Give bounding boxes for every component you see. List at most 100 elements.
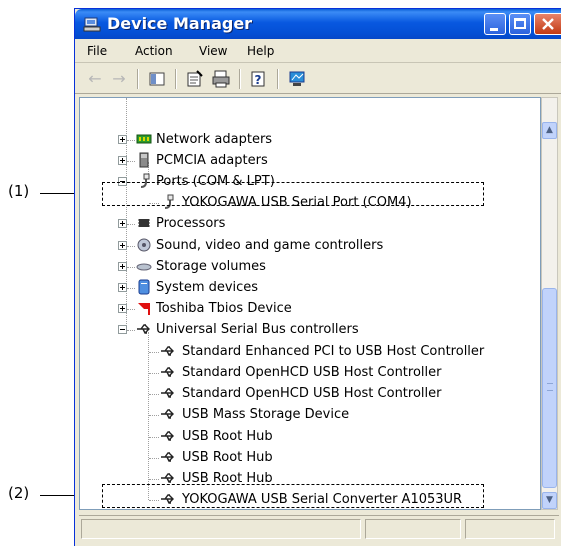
svg-text:?: ? — [255, 73, 262, 87]
show-hide-console-tree-icon[interactable] — [147, 69, 167, 89]
tree-guide-line — [149, 437, 159, 438]
scroll-up-button[interactable]: ▲ — [542, 122, 557, 139]
tree-item-pcmcia-adapters[interactable]: PCMCIA adapters — [80, 151, 540, 171]
usb-icon — [161, 431, 174, 441]
usb-icon — [161, 367, 174, 377]
toolbar: ← → ? — [75, 63, 561, 94]
close-button[interactable] — [534, 13, 561, 35]
sound-icon — [137, 238, 151, 252]
minimize-button[interactable] — [484, 13, 506, 35]
tree-item-network-adapters[interactable]: Network adapters — [80, 130, 540, 150]
tree-item-usb-child[interactable]: Standard OpenHCD USB Host Controller — [80, 384, 540, 404]
tree-guide-line — [127, 161, 135, 162]
tree-guide-line — [127, 140, 135, 141]
forward-arrow-icon[interactable]: → — [109, 69, 129, 89]
tree-guide-line — [149, 458, 159, 459]
toshiba-flag-icon — [138, 303, 150, 315]
menu-bar: File Action View Help — [75, 39, 561, 63]
toolbar-separator — [277, 69, 279, 89]
status-cell-main — [81, 519, 361, 539]
tree-item-processors[interactable]: Processors — [80, 214, 540, 234]
tree-item-label: Standard Enhanced PCI to USB Host Contro… — [182, 344, 485, 359]
storage-volume-icon — [136, 263, 152, 271]
tree-item-label: System devices — [156, 280, 259, 295]
expand-icon[interactable] — [118, 135, 127, 144]
tree-item-system-devices[interactable]: System devices — [80, 278, 540, 298]
tree-item-toshiba-tbios[interactable]: Toshiba Tbios Device — [80, 299, 540, 319]
menu-file[interactable]: File — [87, 44, 107, 58]
tree-guide-line — [127, 330, 135, 331]
tree-guide-line — [149, 394, 159, 395]
status-cell-tertiary — [465, 519, 555, 539]
tree-item-label: Standard OpenHCD USB Host Controller — [182, 386, 442, 401]
pcmcia-card-icon — [139, 152, 149, 168]
tree-guide-line — [127, 267, 135, 268]
expand-icon[interactable] — [118, 156, 127, 165]
toolbar-separator — [137, 69, 139, 89]
processor-icon — [138, 219, 150, 227]
tree-item-usb-child[interactable]: Standard Enhanced PCI to USB Host Contro… — [80, 342, 540, 362]
tree-item-label: Sound, video and game controllers — [156, 238, 384, 253]
tree-item-usb-child[interactable]: USB Mass Storage Device — [80, 405, 540, 425]
vertical-scrollbar[interactable]: ▲ ▼ — [541, 97, 558, 510]
back-arrow-icon[interactable]: ← — [85, 69, 105, 89]
toolbar-separator — [239, 69, 241, 89]
tree-guide-line — [149, 352, 159, 353]
status-cell-secondary — [365, 519, 461, 539]
title-bar[interactable]: Device Manager — [75, 9, 561, 39]
help-icon[interactable]: ? — [249, 69, 269, 89]
tree-item-label: Storage volumes — [156, 259, 266, 274]
highlight-box-2 — [102, 484, 484, 508]
monitor-icon[interactable] — [287, 69, 307, 89]
menu-action[interactable]: Action — [135, 44, 173, 58]
usb-icon — [161, 346, 174, 356]
tree-guide-line — [127, 246, 135, 247]
tree-guide-line — [149, 415, 159, 416]
tree-guide-line — [127, 309, 135, 310]
tree-item-usb-child[interactable]: USB Root Hub — [80, 448, 540, 468]
tree-item-sound-video-game[interactable]: Sound, video and game controllers — [80, 236, 540, 256]
expand-icon[interactable] — [118, 241, 127, 250]
device-manager-icon — [83, 17, 101, 32]
tree-item-usb-controllers[interactable]: Universal Serial Bus controllers — [80, 320, 540, 340]
expand-icon[interactable] — [118, 262, 127, 271]
menu-help[interactable]: Help — [247, 44, 274, 58]
tree-guide-line — [149, 373, 159, 374]
expand-icon[interactable] — [118, 283, 127, 292]
print-icon[interactable] — [211, 69, 231, 89]
usb-icon — [161, 388, 174, 398]
tree-item-label: Processors — [156, 216, 226, 231]
callout-label-1: (1) — [8, 182, 30, 200]
usb-icon — [161, 409, 174, 419]
tree-item-usb-child[interactable]: Standard OpenHCD USB Host Controller — [80, 363, 540, 383]
expand-icon[interactable] — [118, 304, 127, 313]
device-manager-window: Device Manager File Action View Help ← → — [74, 8, 561, 546]
tree-item-usb-child[interactable]: USB Root Hub — [80, 427, 540, 447]
toolbar-separator — [175, 69, 177, 89]
network-adapter-icon — [136, 134, 152, 144]
usb-icon — [137, 324, 150, 334]
minimize-icon — [490, 28, 498, 31]
tree-item-storage-volumes[interactable]: Storage volumes — [80, 257, 540, 277]
menu-view[interactable]: View — [199, 44, 227, 58]
maximize-button[interactable] — [509, 13, 531, 35]
device-tree[interactable]: Network adapters PCMCIA adapters Ports (… — [79, 97, 541, 510]
close-icon — [542, 18, 554, 30]
grip-icon — [547, 383, 553, 391]
tree-guide-line — [127, 224, 135, 225]
callout-label-2: (2) — [8, 484, 30, 502]
properties-icon[interactable] — [185, 69, 205, 89]
tree-item-label: Standard OpenHCD USB Host Controller — [182, 365, 442, 380]
status-bar — [79, 515, 559, 542]
tree-guide-line — [149, 479, 159, 480]
tree-item-label: Network adapters — [156, 132, 273, 147]
maximize-icon — [514, 18, 526, 29]
tree-guide-line — [127, 288, 135, 289]
collapse-icon[interactable] — [118, 325, 127, 334]
scroll-down-button[interactable]: ▼ — [542, 492, 557, 509]
chevron-down-icon: ▼ — [546, 495, 553, 505]
tree-item-label: PCMCIA adapters — [156, 153, 268, 168]
expand-icon[interactable] — [118, 219, 127, 228]
scroll-thumb[interactable] — [542, 288, 557, 488]
tree-item-label: Toshiba Tbios Device — [156, 301, 292, 316]
